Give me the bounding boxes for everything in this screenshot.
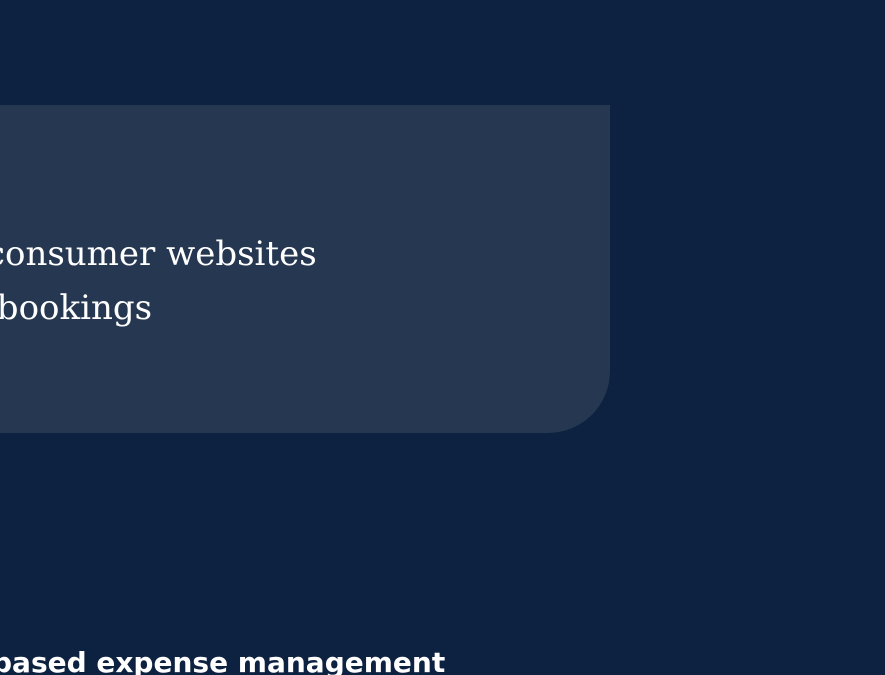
section-heading: based expense management (0, 646, 446, 675)
feature-text: e consumer websites el bookings (0, 228, 317, 335)
page-root: e consumer websites el bookings based ex… (0, 0, 885, 675)
feature-text-line-1: e consumer websites (0, 234, 317, 274)
feature-text-line-2: el bookings (0, 287, 153, 328)
